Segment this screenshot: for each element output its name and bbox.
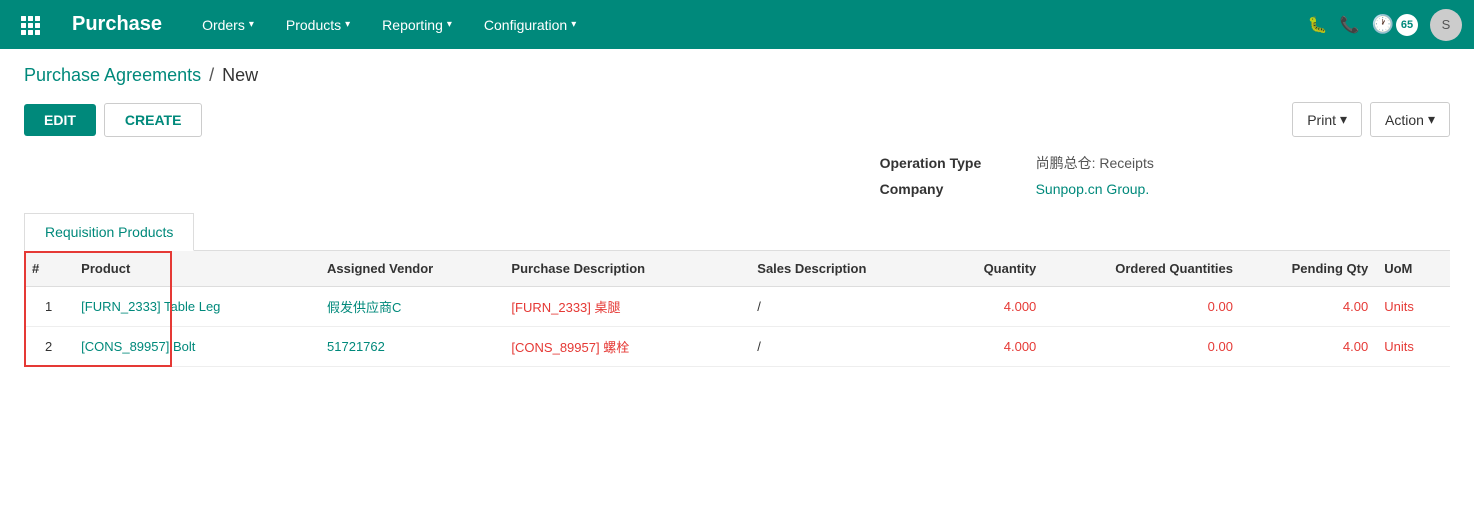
table-cell-7[interactable]: 4.00 xyxy=(1241,287,1376,327)
col-header-product: Product xyxy=(73,251,319,287)
tab-header: Requisition Products xyxy=(24,213,1450,251)
table-row[interactable]: 1[FURN_2333] Table Leg假发供应商C[FURN_2333] … xyxy=(24,287,1450,327)
table-cell-3[interactable]: [CONS_89957] 螺栓 xyxy=(503,327,749,367)
company-label: Company xyxy=(880,181,1020,197)
operation-type-row: Operation Type 尚鹏总仓: Receipts xyxy=(880,153,1450,173)
table-cell-3[interactable]: [FURN_2333] 桌腿 xyxy=(503,287,749,327)
chevron-down-icon: ▾ xyxy=(571,19,576,30)
table-cell-0[interactable]: 2 xyxy=(24,327,73,367)
nav-item-configuration[interactable]: Configuration ▾ xyxy=(468,0,592,49)
col-header-sales-desc: Sales Description xyxy=(749,251,933,287)
table-cell-1[interactable]: [CONS_89957] Bolt xyxy=(73,327,319,367)
col-header-uom: UoM xyxy=(1376,251,1450,287)
table-cell-8[interactable]: Units xyxy=(1376,287,1450,327)
col-header-pending: Pending Qty xyxy=(1241,251,1376,287)
col-header-quantity: Quantity xyxy=(934,251,1045,287)
col-header-num: # xyxy=(24,251,73,287)
form-info-right: Operation Type 尚鹏总仓: Receipts Company Su… xyxy=(24,153,1450,197)
tabs-container: Requisition Products # Product Assigned … xyxy=(24,213,1450,367)
table-wrapper: # Product Assigned Vendor Purchase Descr… xyxy=(24,251,1450,367)
tab-requisition-products[interactable]: Requisition Products xyxy=(24,213,194,251)
badge-count: 65 xyxy=(1396,14,1418,36)
breadcrumb-current: New xyxy=(222,65,258,86)
table-cell-2[interactable]: 51721762 xyxy=(319,327,503,367)
bug-icon[interactable]: 🐛 xyxy=(1308,15,1328,35)
company-value[interactable]: Sunpop.cn Group. xyxy=(1036,181,1150,197)
chevron-down-icon: ▾ xyxy=(1428,111,1435,128)
chevron-down-icon: ▾ xyxy=(345,19,350,30)
table-cell-5[interactable]: 4.000 xyxy=(934,327,1045,367)
print-button[interactable]: Print ▾ xyxy=(1292,102,1362,137)
action-button[interactable]: Action ▾ xyxy=(1370,102,1450,137)
breadcrumb: Purchase Agreements / New xyxy=(0,49,1474,94)
table-cell-8[interactable]: Units xyxy=(1376,327,1450,367)
notification-badge[interactable]: 🕐 65 xyxy=(1372,14,1418,36)
table-cell-6[interactable]: 0.00 xyxy=(1044,287,1241,327)
top-nav: Purchase Orders ▾ Products ▾ Reporting ▾… xyxy=(0,0,1474,49)
table-cell-7[interactable]: 4.00 xyxy=(1241,327,1376,367)
edit-button[interactable]: EDIT xyxy=(24,104,96,136)
col-header-ordered: Ordered Quantities xyxy=(1044,251,1241,287)
create-button[interactable]: CREATE xyxy=(104,103,203,137)
table-cell-5[interactable]: 4.000 xyxy=(934,287,1045,327)
table-row[interactable]: 2[CONS_89957] Bolt51721762[CONS_89957] 螺… xyxy=(24,327,1450,367)
chevron-down-icon: ▾ xyxy=(249,19,254,30)
form-area: Operation Type 尚鹏总仓: Receipts Company Su… xyxy=(0,153,1474,367)
operation-type-label: Operation Type xyxy=(880,155,1020,171)
table-cell-6[interactable]: 0.00 xyxy=(1044,327,1241,367)
grid-menu-icon[interactable] xyxy=(12,7,48,43)
toolbar-right: Print ▾ Action ▾ xyxy=(1292,102,1450,137)
col-header-purchase-desc: Purchase Description xyxy=(503,251,749,287)
company-row: Company Sunpop.cn Group. xyxy=(880,181,1450,197)
chevron-down-icon: ▾ xyxy=(1340,111,1347,128)
table-cell-2[interactable]: 假发供应商C xyxy=(319,287,503,327)
operation-type-value: 尚鹏总仓: Receipts xyxy=(1036,153,1154,173)
table-cell-0[interactable]: 1 xyxy=(24,287,73,327)
phone-icon[interactable]: 📞 xyxy=(1340,15,1360,35)
breadcrumb-separator: / xyxy=(209,65,214,86)
nav-item-orders[interactable]: Orders ▾ xyxy=(186,0,270,49)
nav-right: 🐛 📞 🕐 65 S xyxy=(1308,9,1462,41)
nav-item-reporting[interactable]: Reporting ▾ xyxy=(366,0,468,49)
table-cell-1[interactable]: [FURN_2333] Table Leg xyxy=(73,287,319,327)
table-cell-4[interactable]: / xyxy=(749,327,933,367)
products-table: # Product Assigned Vendor Purchase Descr… xyxy=(24,251,1450,367)
toolbar: EDIT CREATE Print ▾ Action ▾ xyxy=(0,94,1474,153)
table-header-row: # Product Assigned Vendor Purchase Descr… xyxy=(24,251,1450,287)
table-body: 1[FURN_2333] Table Leg假发供应商C[FURN_2333] … xyxy=(24,287,1450,367)
breadcrumb-parent[interactable]: Purchase Agreements xyxy=(24,65,201,86)
col-header-vendor: Assigned Vendor xyxy=(319,251,503,287)
app-brand[interactable]: Purchase xyxy=(56,13,178,36)
user-avatar[interactable]: S xyxy=(1430,9,1462,41)
nav-menu: Orders ▾ Products ▾ Reporting ▾ Configur… xyxy=(186,0,1308,49)
chevron-down-icon: ▾ xyxy=(447,19,452,30)
nav-item-products[interactable]: Products ▾ xyxy=(270,0,366,49)
table-cell-4[interactable]: / xyxy=(749,287,933,327)
